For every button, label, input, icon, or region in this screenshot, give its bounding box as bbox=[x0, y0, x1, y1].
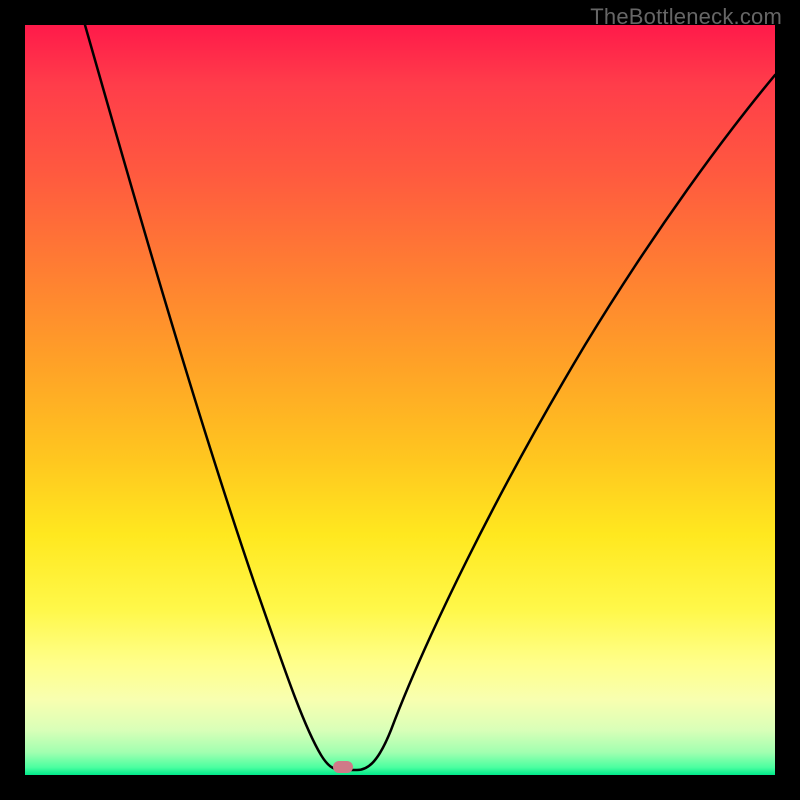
bottleneck-curve bbox=[25, 25, 775, 775]
optimal-marker bbox=[333, 761, 353, 773]
curve-path bbox=[85, 25, 775, 770]
watermark-text: TheBottleneck.com bbox=[590, 4, 782, 30]
plot-area bbox=[25, 25, 775, 775]
